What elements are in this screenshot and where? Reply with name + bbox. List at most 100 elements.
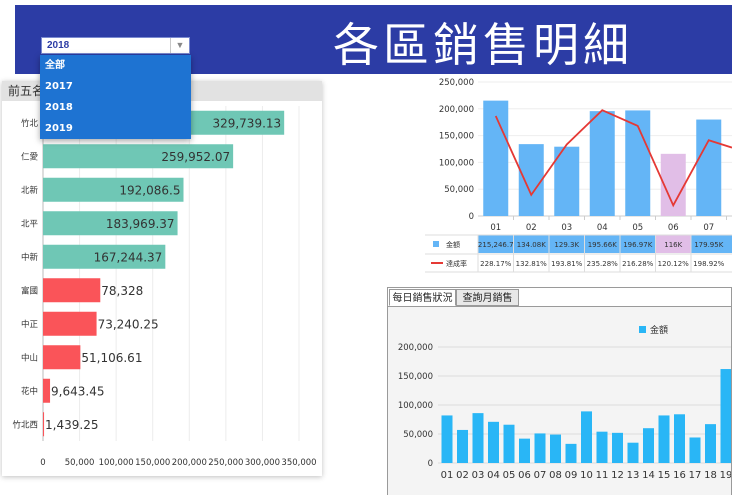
x-tick-label: 300,000: [245, 458, 280, 468]
daily-chart-area: 0 50,000 100,000 150,000 200,000 金額 01 02 03 04 05…: [388, 306, 732, 495]
rate-cell: 132.81%: [516, 260, 547, 268]
year-option-2017[interactable]: 2017: [40, 76, 191, 97]
bar-富國: [43, 278, 101, 303]
year-option-2019[interactable]: 2019: [40, 118, 191, 139]
amount-cell: 116K: [664, 241, 682, 249]
y-tick-label: 200,000: [439, 105, 474, 115]
category-label: 中新: [21, 252, 39, 263]
bar-中山: [43, 345, 81, 370]
bar-10: [581, 411, 592, 463]
rate-cell: 198.92%: [693, 260, 724, 268]
x-tick-label: 17: [689, 470, 702, 481]
bar-03: [472, 413, 484, 463]
bar-02: [518, 144, 544, 216]
x-tick-label: 15: [658, 470, 671, 481]
ranking-bar-chart: 0 50,000 100,000 150,000 200,000 250,000 300,0…: [12, 106, 317, 468]
y-tick-label: 150,000: [398, 372, 433, 382]
chevron-down-icon[interactable]: ▼: [170, 38, 189, 53]
value-label: 183,969.37: [106, 217, 175, 231]
x-tick-label: 13: [627, 470, 640, 481]
category-label: 中山: [21, 352, 38, 363]
value-label: 329,739.13: [212, 116, 281, 130]
y-tick-label: 100,000: [398, 401, 433, 411]
category-label: 竹北西: [12, 419, 38, 430]
y-tick-label: 50,000: [403, 430, 433, 440]
value-label: 78,328: [101, 284, 143, 298]
year-dropdown-menu: 全部 2017 2018 2019: [40, 55, 191, 139]
value-label: 167,244.37: [94, 250, 163, 264]
bar-05: [503, 424, 515, 463]
monthly-chart: 0 50,000 100,000 150,000 200,000 250,000 01 02 0…: [425, 74, 732, 274]
x-tick-label: 19: [720, 470, 731, 481]
rate-cell: 228.17%: [480, 260, 511, 268]
bar-16: [674, 414, 685, 463]
category-label: 北新: [21, 185, 39, 196]
category-label: 竹北: [21, 118, 39, 129]
x-tick-label: 05: [632, 223, 643, 233]
y-tick-label: 250,000: [439, 78, 474, 88]
bar-14: [643, 428, 654, 463]
category-label: 北平: [21, 219, 39, 229]
value-label: 51,106.61: [81, 351, 142, 365]
value-label: 9,643.45: [51, 384, 104, 398]
amount-cell: 215,246.7: [478, 241, 514, 249]
x-tick-label: 10: [580, 470, 593, 481]
category-label: 花中: [21, 386, 38, 397]
page-title: 各區銷售明細: [333, 18, 633, 72]
bar-花中: [43, 378, 51, 403]
y-tick-label: 100,000: [439, 158, 474, 168]
year-option-2018[interactable]: 2018: [40, 97, 191, 118]
bar-07: [534, 433, 546, 463]
x-tick-label: 150,000: [135, 458, 170, 468]
x-tick-label: 18: [704, 470, 717, 481]
bar-17: [689, 437, 701, 463]
x-tick-label: 07: [703, 223, 714, 233]
rate-cell: 193.81%: [551, 260, 582, 268]
x-tick-label: 02: [526, 223, 537, 233]
bar-07: [696, 119, 722, 216]
x-tick-label: 01: [490, 223, 501, 233]
year-select[interactable]: 2018 ▼: [41, 37, 190, 54]
year-option-all[interactable]: 全部: [40, 55, 191, 76]
amount-cell: 129.3K: [554, 241, 579, 249]
daily-sales-panel: 每日銷售狀況 查詢月銷售 0 50,000 100,000 150,000 200,00…: [387, 287, 732, 495]
tab-daily-sales[interactable]: 每日銷售狀況: [389, 289, 456, 306]
x-tick-label: 02: [456, 470, 469, 481]
amount-cell: 196.97K: [623, 241, 652, 249]
value-label: 1,439.25: [45, 418, 98, 432]
amount-cell: 195.66K: [588, 241, 617, 249]
x-tick-label: 04: [597, 223, 608, 233]
rate-cell: 216.28%: [622, 260, 653, 268]
y-tick-label: 50,000: [444, 185, 474, 195]
bar-01: [441, 415, 453, 463]
x-tick-label: 50,000: [65, 458, 95, 468]
year-select-value: 2018: [47, 40, 70, 51]
amount-cell: 179.95K: [694, 241, 723, 249]
ranking-panel: 前五名 0 50,000 100,000 150,000 200,000 250,000 3…: [2, 81, 322, 476]
bar-13: [627, 442, 639, 463]
x-tick-label: 07: [534, 470, 547, 481]
y-tick-label: 0: [428, 459, 433, 469]
y-tick-label: 200,000: [398, 343, 433, 353]
x-tick-label: 12: [611, 470, 624, 481]
x-tick-label: 200,000: [172, 458, 207, 468]
x-tick-label: 250,000: [208, 458, 243, 468]
value-label: 73,240.25: [98, 317, 159, 331]
daily-bar-chart: 0 50,000 100,000 150,000 200,000 金額 01 02 03 04 05…: [398, 324, 732, 481]
bar-18: [705, 424, 716, 463]
bar-02: [457, 429, 468, 463]
x-tick-label: 06: [518, 470, 531, 481]
bar-12: [612, 432, 623, 463]
x-tick-label: 09: [565, 470, 578, 481]
legend-swatch: [639, 326, 646, 333]
tab-monthly-query[interactable]: 查詢月銷售: [456, 289, 519, 306]
x-tick-label: 01: [441, 470, 454, 481]
x-tick-label: 14: [642, 470, 655, 481]
amount-cell: 134.08K: [517, 241, 546, 249]
legend-amount-swatch: [433, 241, 439, 247]
legend-label: 金額: [650, 324, 668, 336]
value-label: 192,086.5: [119, 183, 180, 197]
bar-中正: [43, 311, 97, 336]
legend-amount-label: 金額: [446, 240, 460, 249]
x-tick-label: 350,000: [281, 458, 316, 468]
